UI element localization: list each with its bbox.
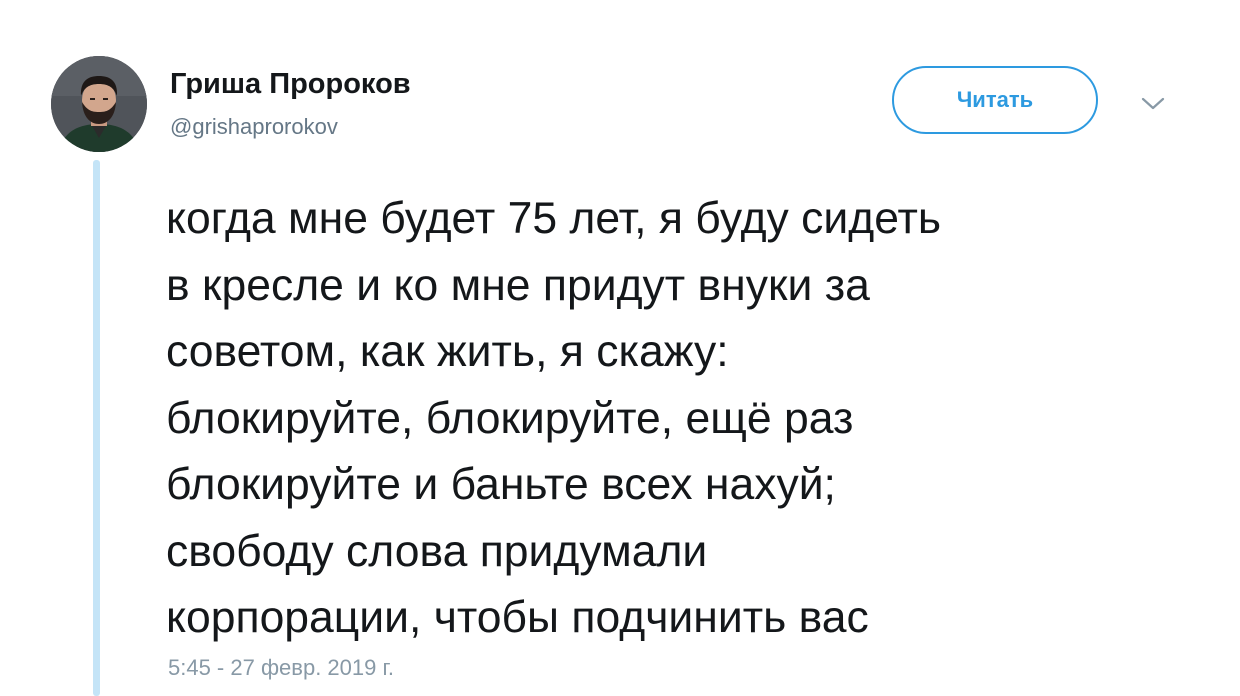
- tweet-text-line: когда мне будет 75 лет, я буду сидеть: [166, 194, 942, 243]
- tweet-text-line: советом, как жить, я скажу:: [166, 327, 729, 376]
- tweet-text: когда мне будет 75 лет, я буду сидеть в …: [166, 186, 1206, 652]
- author-display-name[interactable]: Гриша Пророков: [170, 68, 411, 101]
- avatar-photo: [51, 56, 147, 152]
- tweet-text-line: блокируйте, блокируйте, ещё раз: [166, 393, 854, 443]
- tweet-card: Гриша Пророков @grishaprorokov Читать ко…: [0, 0, 1240, 696]
- user-avatar[interactable]: [51, 56, 147, 152]
- tweet-text-line: в кресле и ко мне придут внуки за: [166, 260, 870, 310]
- thread-line: [93, 160, 100, 696]
- chevron-down-icon[interactable]: [1140, 96, 1166, 112]
- author-handle[interactable]: @grishaprorokov: [170, 114, 338, 140]
- follow-button[interactable]: Читать: [892, 66, 1098, 134]
- tweet-text-line: корпорации, чтобы подчинить вас: [166, 593, 869, 642]
- tweet-text-line: блокируйте и баньте всех нахуй;: [166, 460, 836, 509]
- tweet-timestamp[interactable]: 5:45 - 27 февр. 2019 г.: [168, 655, 394, 681]
- tweet-text-line: свободу слова придумали: [166, 526, 708, 576]
